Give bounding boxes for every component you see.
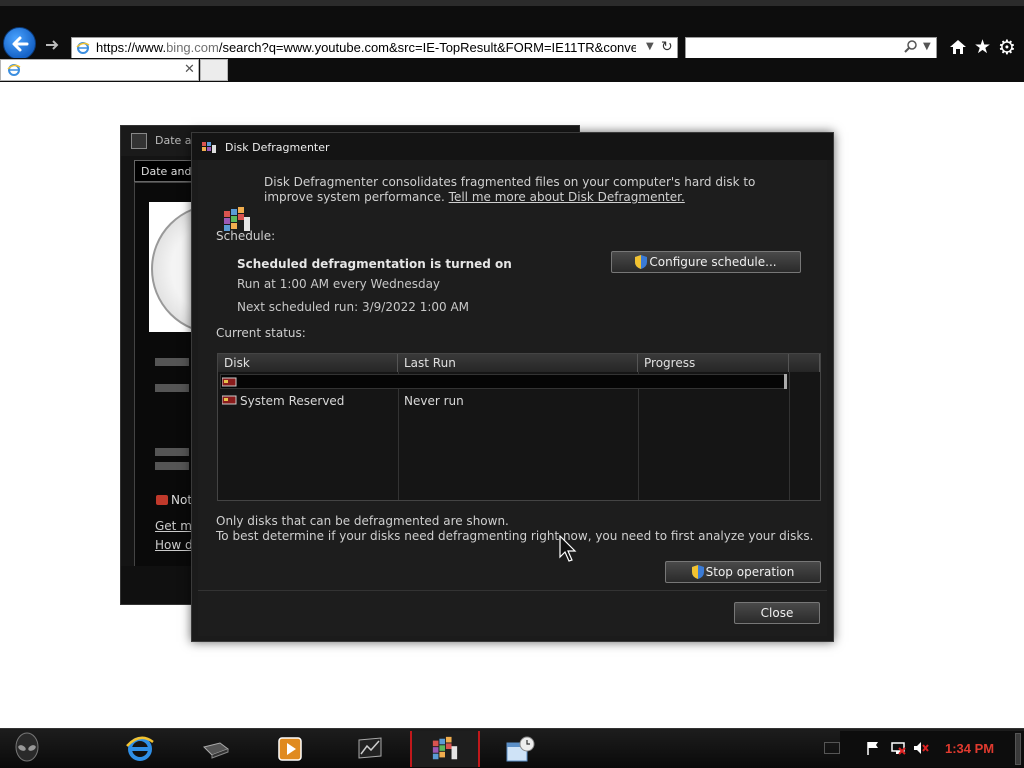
schedule-label: Schedule: bbox=[216, 229, 276, 243]
footer-separator bbox=[198, 590, 827, 591]
close-icon[interactable]: ✕ bbox=[184, 62, 195, 77]
obscured-text bbox=[155, 358, 189, 366]
taskbar-media-player[interactable] bbox=[255, 731, 325, 767]
info-note-analyze: To best determine if your disks need def… bbox=[216, 529, 814, 543]
column-header-extra bbox=[789, 354, 820, 372]
defrag-description: Disk Defragmenter consolidates fragmente… bbox=[264, 175, 804, 205]
mouse-cursor-icon bbox=[559, 535, 577, 562]
back-button[interactable] bbox=[3, 27, 36, 60]
taskbar: 1:34 PM bbox=[0, 728, 1024, 768]
url-prefix: https://www. bbox=[96, 40, 167, 55]
obscured-text bbox=[155, 462, 189, 470]
volume-muted-icon[interactable] bbox=[913, 741, 929, 755]
stop-operation-label: Stop operation bbox=[705, 565, 795, 579]
taskbar-control-panel[interactable] bbox=[180, 731, 250, 767]
arrow-left-icon bbox=[12, 36, 29, 52]
scrollbar[interactable] bbox=[784, 374, 787, 389]
keyboard-icon[interactable] bbox=[824, 742, 840, 754]
stop-operation-button[interactable]: Stop operation bbox=[665, 561, 821, 583]
defrag-app-icon bbox=[202, 142, 216, 153]
configure-schedule-button[interactable]: Configure schedule... bbox=[611, 251, 801, 273]
arrow-right-icon bbox=[46, 40, 59, 50]
browser-tab[interactable]: ✕ bbox=[0, 59, 199, 81]
close-button[interactable]: Close bbox=[734, 602, 820, 624]
how-do-link[interactable]: How d bbox=[155, 538, 193, 552]
monitor-chart-icon bbox=[358, 737, 382, 759]
network-icon[interactable] bbox=[890, 740, 906, 756]
search-dropdown-icon[interactable]: ▼ bbox=[923, 41, 931, 52]
column-header-disk[interactable]: Disk bbox=[218, 354, 398, 372]
search-input[interactable]: ▼ bbox=[685, 37, 937, 59]
taskbar-clock[interactable]: 1:34 PM bbox=[945, 741, 994, 756]
media-player-icon bbox=[278, 737, 302, 761]
last-run-value: Never run bbox=[404, 394, 464, 408]
disk-drive-icon bbox=[222, 377, 237, 387]
action-center-flag-icon[interactable] bbox=[866, 741, 880, 755]
column-divider bbox=[638, 372, 639, 500]
close-label: Close bbox=[760, 606, 794, 620]
disk-list-table[interactable]: Disk Last Run Progress System Reserved N… bbox=[217, 353, 821, 501]
defrag-titlebar: Disk Defragmenter bbox=[192, 133, 833, 160]
notification-text: Not bbox=[171, 493, 193, 507]
tab-date-and-time[interactable]: Date and T bbox=[134, 160, 198, 182]
current-status-label: Current status: bbox=[216, 326, 306, 340]
column-divider bbox=[398, 372, 399, 500]
column-header-last-run[interactable]: Last Run bbox=[398, 354, 638, 372]
defrag-content: Disk Defragmenter consolidates fragmente… bbox=[198, 160, 827, 636]
configure-schedule-label: Configure schedule... bbox=[649, 255, 777, 269]
show-desktop-button[interactable] bbox=[1015, 733, 1021, 765]
forward-button[interactable] bbox=[44, 37, 64, 57]
defrag-title: Disk Defragmenter bbox=[225, 141, 330, 154]
calendar-clock-icon bbox=[506, 736, 535, 762]
address-bar[interactable]: https://www.bing.com/search?q=www.youtub… bbox=[71, 37, 678, 59]
browser-toolbar: https://www.bing.com/search?q=www.youtub… bbox=[0, 6, 1024, 60]
start-button-alien-icon[interactable] bbox=[10, 731, 44, 767]
uac-shield-icon bbox=[635, 255, 648, 269]
disk-name-system-reserved[interactable]: System Reserved bbox=[240, 394, 344, 408]
device-icon bbox=[203, 742, 230, 759]
address-dropdown-icon[interactable]: ▼ bbox=[646, 41, 654, 52]
learn-more-link[interactable]: Tell me more about Disk Defragmenter. bbox=[449, 190, 685, 204]
refresh-icon[interactable]: ↻ bbox=[661, 39, 673, 55]
search-icon[interactable] bbox=[904, 40, 918, 54]
obscured-text bbox=[155, 384, 189, 392]
disk-defragmenter-window: Disk Defragmenter Disk Defragmenter cons… bbox=[191, 132, 834, 642]
obscured-text bbox=[155, 448, 189, 456]
taskbar-internet-explorer[interactable] bbox=[105, 731, 175, 767]
date-time-window-icon bbox=[131, 133, 147, 149]
taskbar-resource-monitor[interactable] bbox=[335, 731, 405, 767]
column-header-progress[interactable]: Progress bbox=[638, 354, 789, 372]
favorites-star-icon[interactable]: ★ bbox=[974, 38, 991, 57]
schedule-run-time: Run at 1:00 AM every Wednesday bbox=[237, 277, 441, 291]
home-icon[interactable] bbox=[949, 39, 967, 55]
gear-icon[interactable]: ⚙ bbox=[998, 37, 1016, 57]
defrag-app-icon bbox=[432, 736, 458, 760]
uac-shield-icon bbox=[691, 565, 704, 579]
ie-logo-icon bbox=[76, 42, 90, 54]
info-note-defragmentable: Only disks that can be defragmented are … bbox=[216, 514, 509, 528]
disk-drive-icon bbox=[222, 395, 237, 405]
schedule-status: Scheduled defragmentation is turned on bbox=[237, 257, 512, 271]
url-path: /search?q=www.youtube.com&src=IE-TopResu… bbox=[218, 40, 636, 55]
notification-icon bbox=[156, 495, 168, 505]
new-tab-button[interactable] bbox=[200, 59, 228, 81]
table-row-selected[interactable] bbox=[220, 374, 785, 389]
url-text[interactable]: https://www.bing.com/search?q=www.youtub… bbox=[96, 40, 636, 56]
ie-logo-icon bbox=[7, 64, 21, 76]
taskbar-disk-defragmenter[interactable] bbox=[410, 731, 480, 767]
next-scheduled-run: Next scheduled run: 3/9/2022 1:00 AM bbox=[237, 300, 470, 314]
taskbar-date-time[interactable] bbox=[485, 731, 555, 767]
ie-logo-icon bbox=[126, 736, 154, 761]
url-host: bing.com bbox=[166, 40, 219, 55]
column-divider bbox=[789, 372, 790, 500]
